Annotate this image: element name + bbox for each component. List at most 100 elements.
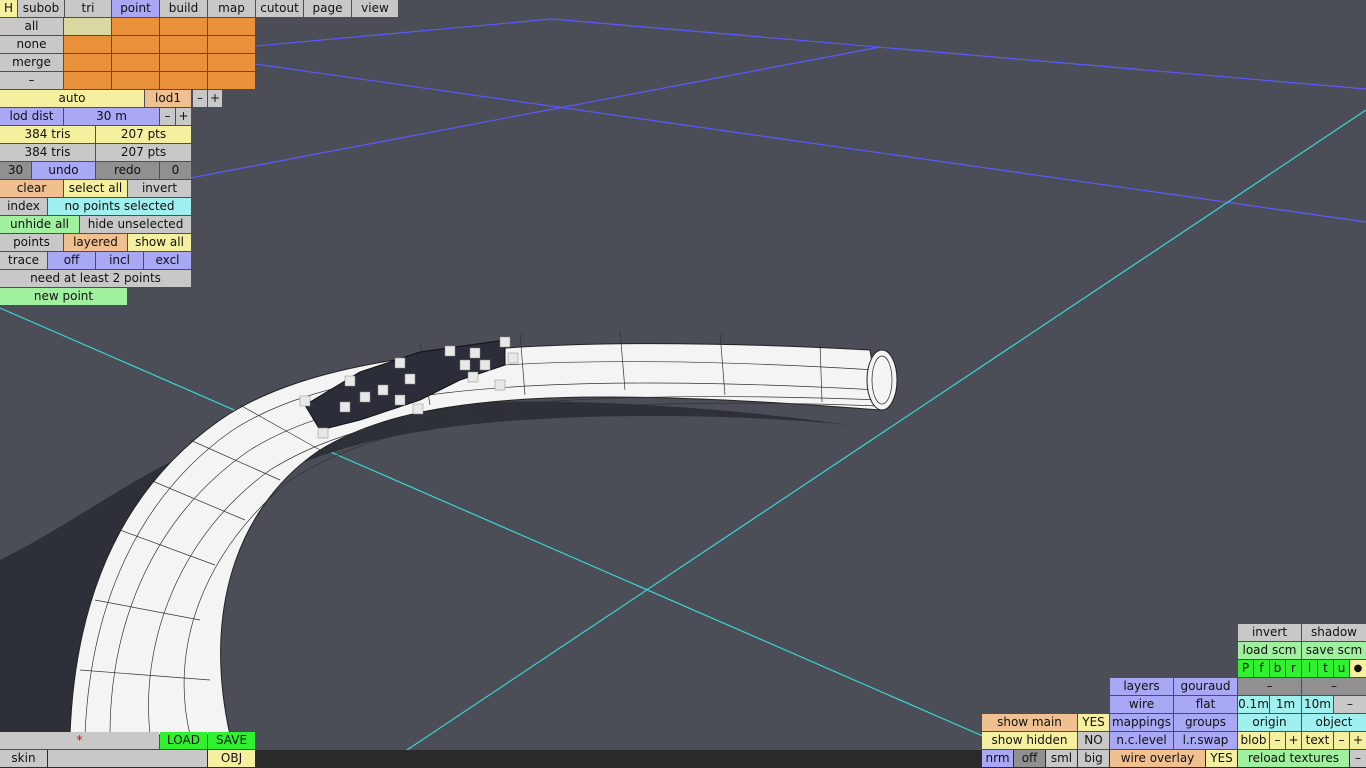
step-10m-button[interactable]: 10m xyxy=(1302,696,1333,713)
step-minus-button[interactable]: – xyxy=(1334,696,1366,713)
show-all-button[interactable]: show all xyxy=(128,234,191,251)
show-hidden-button[interactable]: show hidden xyxy=(982,732,1077,749)
flat-button[interactable]: flat xyxy=(1174,696,1237,713)
object-button[interactable]: object xyxy=(1302,714,1366,731)
tab-h[interactable]: H xyxy=(0,0,17,17)
nc-level-button[interactable]: n.c.level xyxy=(1110,732,1173,749)
blob-button[interactable]: blob xyxy=(1238,732,1269,749)
flag-u-button[interactable]: u xyxy=(1334,660,1349,677)
trace-button[interactable]: trace xyxy=(0,252,47,269)
lod-level-button[interactable]: lod1 xyxy=(145,90,191,107)
selection-cell[interactable] xyxy=(64,72,111,89)
size-off-button[interactable]: off xyxy=(1014,750,1045,767)
layers-button[interactable]: layers xyxy=(1110,678,1173,695)
tab-page[interactable]: page xyxy=(304,0,351,17)
flag-l-button[interactable]: l xyxy=(1302,660,1317,677)
dash-left-button[interactable]: – xyxy=(1238,678,1301,695)
size-sml-button[interactable]: sml xyxy=(1046,750,1077,767)
selection-cell[interactable] xyxy=(208,54,255,71)
flag-dot-icon[interactable]: ● xyxy=(1350,660,1366,677)
flag-r-button[interactable]: r xyxy=(1286,660,1301,677)
wire-button[interactable]: wire xyxy=(1110,696,1173,713)
text-minus-button[interactable]: – xyxy=(1334,732,1349,749)
size-big-button[interactable]: big xyxy=(1078,750,1109,767)
dash-button[interactable]: – xyxy=(0,72,63,89)
selection-cell[interactable] xyxy=(160,72,207,89)
select-all-points-button[interactable]: select all xyxy=(64,180,127,197)
layered-button[interactable]: layered xyxy=(64,234,127,251)
size-nrm-button[interactable]: nrm xyxy=(982,750,1013,767)
save-button[interactable]: SAVE xyxy=(208,732,255,749)
text-button[interactable]: text xyxy=(1302,732,1333,749)
groups-button[interactable]: groups xyxy=(1174,714,1237,731)
selection-cell[interactable] xyxy=(112,54,159,71)
selection-cell[interactable] xyxy=(64,18,111,35)
points-button[interactable]: points xyxy=(0,234,63,251)
flag-p-button[interactable]: P xyxy=(1238,660,1253,677)
tab-subob[interactable]: subob xyxy=(18,0,64,17)
trace-off-button[interactable]: off xyxy=(48,252,95,269)
reload-minus-button[interactable]: – xyxy=(1350,750,1366,767)
merge-button[interactable]: merge xyxy=(0,54,63,71)
skin-button[interactable]: skin xyxy=(0,750,47,767)
invert-selection-button[interactable]: invert xyxy=(128,180,191,197)
tab-view[interactable]: view xyxy=(352,0,398,17)
blob-minus-button[interactable]: – xyxy=(1270,732,1285,749)
lod-plus-button[interactable]: + xyxy=(208,90,222,107)
selection-cell[interactable] xyxy=(160,36,207,53)
selection-cell[interactable] xyxy=(208,36,255,53)
index-button[interactable]: index xyxy=(0,198,47,215)
flag-f-button[interactable]: f xyxy=(1254,660,1269,677)
invert-button[interactable]: invert xyxy=(1238,624,1301,641)
selection-cell[interactable] xyxy=(160,54,207,71)
lod-dist-plus-button[interactable]: + xyxy=(176,108,191,125)
trace-excl-button[interactable]: excl xyxy=(144,252,191,269)
tab-map[interactable]: map xyxy=(208,0,255,17)
select-all-button[interactable]: all xyxy=(0,18,63,35)
lod-dist-minus-button[interactable]: – xyxy=(160,108,175,125)
hide-unselected-button[interactable]: hide unselected xyxy=(80,216,191,233)
show-main-button[interactable]: show main xyxy=(982,714,1077,731)
skin-field[interactable] xyxy=(48,750,207,767)
lr-swap-button[interactable]: l.r.swap xyxy=(1174,732,1237,749)
mappings-button[interactable]: mappings xyxy=(1110,714,1173,731)
step-01m-button[interactable]: 0.1m xyxy=(1238,696,1269,713)
clear-button[interactable]: clear xyxy=(0,180,63,197)
load-scm-button[interactable]: load scm xyxy=(1238,642,1301,659)
obj-button[interactable]: OBJ xyxy=(208,750,255,767)
selection-cell[interactable] xyxy=(112,72,159,89)
selection-cell[interactable] xyxy=(160,18,207,35)
blob-plus-button[interactable]: + xyxy=(1286,732,1301,749)
new-point-button[interactable]: new point xyxy=(0,288,127,305)
unhide-all-button[interactable]: unhide all xyxy=(0,216,79,233)
select-none-button[interactable]: none xyxy=(0,36,63,53)
wire-overlay-button[interactable]: wire overlay xyxy=(1110,750,1205,767)
lod-auto-button[interactable]: auto xyxy=(0,90,144,107)
text-plus-button[interactable]: + xyxy=(1350,732,1366,749)
selection-cell[interactable] xyxy=(208,72,255,89)
gouraud-button[interactable]: gouraud xyxy=(1174,678,1237,695)
show-main-value[interactable]: YES xyxy=(1078,714,1109,731)
show-hidden-value[interactable]: NO xyxy=(1078,732,1109,749)
dash-right-button[interactable]: – xyxy=(1302,678,1366,695)
undo-button[interactable]: undo xyxy=(32,162,95,179)
selection-cell[interactable] xyxy=(64,36,111,53)
tab-build[interactable]: build xyxy=(160,0,207,17)
flag-t-button[interactable]: t xyxy=(1318,660,1333,677)
selection-cell[interactable] xyxy=(208,18,255,35)
trace-incl-button[interactable]: incl xyxy=(96,252,143,269)
selection-cell[interactable] xyxy=(112,18,159,35)
redo-button[interactable]: redo xyxy=(96,162,159,179)
origin-button[interactable]: origin xyxy=(1238,714,1301,731)
load-button[interactable]: LOAD xyxy=(160,732,207,749)
selection-cell[interactable] xyxy=(112,36,159,53)
flag-b-button[interactable]: b xyxy=(1270,660,1285,677)
reload-textures-button[interactable]: reload textures xyxy=(1238,750,1349,767)
save-scm-button[interactable]: save scm xyxy=(1302,642,1366,659)
tab-tri[interactable]: tri xyxy=(65,0,111,17)
3d-viewport[interactable] xyxy=(0,0,1366,768)
shadow-button[interactable]: shadow xyxy=(1302,624,1366,641)
wire-overlay-value[interactable]: YES xyxy=(1206,750,1237,767)
step-1m-button[interactable]: 1m xyxy=(1270,696,1301,713)
selection-cell[interactable] xyxy=(64,54,111,71)
